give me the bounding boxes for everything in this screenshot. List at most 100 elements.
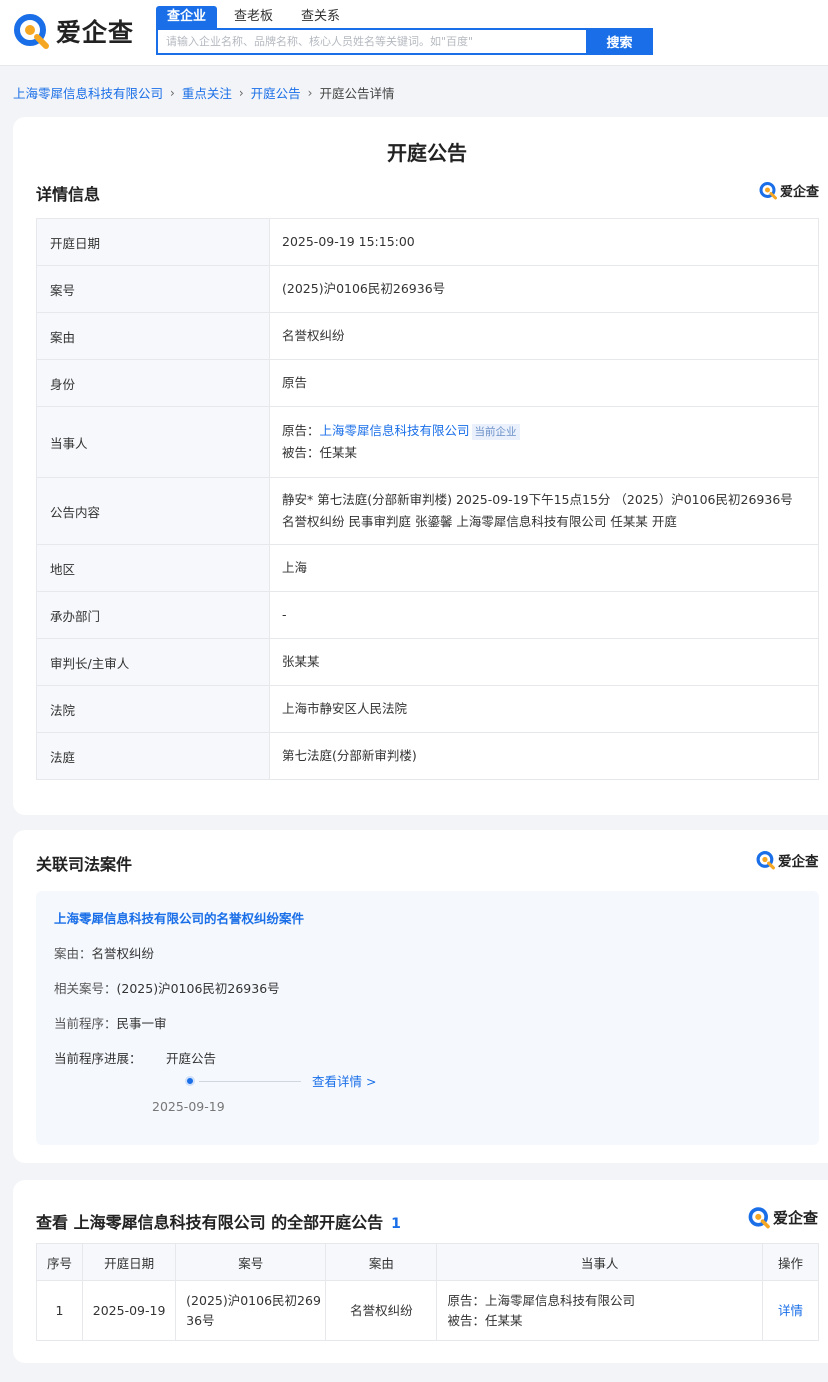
related-case-cause: 案由：名誉权纠纷 bbox=[54, 943, 154, 962]
aiqicha-logo-icon bbox=[748, 1207, 770, 1229]
breadcrumb-focus[interactable]: 重点关注 bbox=[182, 83, 232, 102]
site-logo[interactable]: 爱企查 bbox=[13, 11, 134, 51]
table-row: 公告内容 静安* 第七法庭(分部新审判楼) 2025-09-19下午15点15分… bbox=[36, 477, 819, 545]
case-no-value: (2025)沪0106民初26936号 bbox=[116, 981, 280, 996]
field-label: 法院 bbox=[36, 685, 270, 733]
aiqicha-logo-icon bbox=[13, 12, 51, 50]
progress-step: 开庭公告 bbox=[166, 1051, 217, 1066]
section-title-detail: 详情信息 bbox=[36, 185, 101, 204]
field-label: 承办部门 bbox=[36, 591, 270, 639]
brand-mark: 爱企查 bbox=[756, 850, 819, 870]
view-details-link[interactable]: 查看详情 > bbox=[312, 1071, 376, 1090]
plaintiff-company-link[interactable]: 上海零犀信息科技有限公司 bbox=[320, 423, 470, 438]
field-value: 第七法庭(分部新审判楼) bbox=[282, 748, 417, 763]
defendant-prefix: 被告： bbox=[282, 445, 320, 460]
related-case-procedure: 当前程序：民事一审 bbox=[54, 1013, 167, 1032]
breadcrumb-court-notice[interactable]: 开庭公告 bbox=[251, 83, 301, 102]
cell-action: 详情 bbox=[761, 1280, 820, 1341]
breadcrumb-current: 开庭公告详情 bbox=[319, 86, 395, 101]
table-row: 当事人 原告：上海零犀信息科技有限公司 当前企业 被告：任某某 bbox=[36, 406, 819, 478]
case-no-label: 相关案号： bbox=[54, 981, 117, 996]
col-header-date: 开庭日期 bbox=[82, 1243, 177, 1281]
breadcrumb: 上海零犀信息科技有限公司 › 重点关注 › 开庭公告 › 开庭公告详情 bbox=[13, 83, 395, 102]
cell-case-no: (2025)沪0106民初269 36号 bbox=[175, 1280, 327, 1341]
list-title: 查看 上海零犀信息科技有限公司 的全部开庭公告 1 bbox=[36, 1209, 401, 1233]
page-title: 开庭公告 bbox=[387, 141, 467, 165]
field-value: 静安* 第七法庭(分部新审判楼) 2025-09-19下午15点15分 （202… bbox=[282, 492, 793, 529]
chevron-right-icon: › bbox=[170, 85, 175, 100]
field-value: 原告：上海零犀信息科技有限公司 当前企业 被告：任某某 bbox=[270, 407, 819, 478]
list-title-text: 查看 上海零犀信息科技有限公司 的全部开庭公告 bbox=[36, 1213, 384, 1232]
table-row: 法院 上海市静安区人民法院 bbox=[36, 685, 819, 733]
search-button[interactable]: 搜索 bbox=[586, 28, 653, 55]
tab-company[interactable]: 查企业 bbox=[156, 6, 218, 28]
cell-index: 1 bbox=[35, 1280, 84, 1341]
procedure-label: 当前程序： bbox=[54, 1016, 117, 1031]
field-label: 公告内容 bbox=[36, 477, 270, 545]
defendant-name: 任某某 bbox=[319, 445, 358, 460]
cause-label: 案由： bbox=[54, 946, 92, 961]
detail-table: 开庭日期 2025-09-19 15:15:00 案号 (2025)沪0106民… bbox=[36, 218, 819, 780]
table-row: 承办部门 - bbox=[36, 591, 819, 639]
field-label: 地区 bbox=[36, 544, 270, 592]
progress-dot-icon bbox=[185, 1076, 195, 1086]
search-input[interactable] bbox=[158, 30, 586, 53]
tab-boss[interactable]: 查老板 bbox=[223, 6, 284, 28]
aiqicha-logo-icon bbox=[759, 182, 777, 200]
table-row: 案由 名誉权纠纷 bbox=[36, 312, 819, 360]
aiqicha-logo-icon bbox=[756, 851, 775, 870]
related-case-title-link[interactable]: 上海零犀信息科技有限公司的名誉权纠纷案件 bbox=[54, 908, 304, 927]
field-value: 上海 bbox=[282, 560, 308, 575]
field-value: - bbox=[282, 607, 287, 622]
col-header-parties: 当事人 bbox=[436, 1243, 763, 1281]
field-value: 原告 bbox=[282, 375, 308, 390]
defendant-line: 被告：任某某 bbox=[447, 1312, 523, 1328]
detail-card: 开庭公告 详情信息 爱企查 开庭日期 2025-09-19 15:15:00 案… bbox=[13, 117, 828, 815]
chevron-right-icon: › bbox=[307, 85, 313, 100]
cell-date: 2025-09-19 bbox=[82, 1280, 177, 1341]
field-value: 名誉权纠纷 bbox=[282, 328, 345, 343]
brand-text: 爱企查 bbox=[773, 1209, 819, 1227]
cell-cause: 名誉权纠纷 bbox=[325, 1280, 438, 1341]
col-header-action: 操作 bbox=[761, 1243, 820, 1281]
breadcrumb-company[interactable]: 上海零犀信息科技有限公司 bbox=[13, 83, 163, 102]
tab-relation[interactable]: 查关系 bbox=[290, 6, 351, 28]
field-label: 案号 bbox=[36, 265, 270, 313]
section-title-related: 关联司法案件 bbox=[36, 855, 133, 874]
table-row: 开庭日期 2025-09-19 15:15:00 bbox=[36, 218, 819, 266]
related-case-number: 相关案号：(2025)沪0106民初26936号 bbox=[54, 978, 280, 997]
details-link[interactable]: 详情 bbox=[778, 1303, 803, 1318]
field-value: 上海市静安区人民法院 bbox=[282, 701, 408, 716]
table-row: 身份 原告 bbox=[36, 359, 819, 407]
notices-table: 序号 开庭日期 案号 案由 当事人 操作 1 2025-09-19 (2025)… bbox=[35, 1243, 820, 1341]
logo-text: 爱企查 bbox=[56, 18, 135, 47]
related-case-card: 关联司法案件 爱企查 上海零犀信息科技有限公司的名誉权纠纷案件 案由：名誉权纠纷… bbox=[13, 830, 828, 1163]
plaintiff-line: 原告：上海零犀信息科技有限公司 当前企业 bbox=[282, 420, 806, 442]
table-row: 法庭 第七法庭(分部新审判楼) bbox=[36, 732, 819, 780]
table-header-row: 序号 开庭日期 案号 案由 当事人 操作 bbox=[35, 1243, 820, 1281]
brand-mark: 爱企查 bbox=[748, 1206, 818, 1229]
plaintiff-prefix: 原告： bbox=[282, 423, 320, 438]
col-header-cause: 案由 bbox=[325, 1243, 438, 1281]
progress-date: 2025-09-19 bbox=[152, 1099, 225, 1114]
field-label: 开庭日期 bbox=[36, 218, 270, 266]
field-label: 身份 bbox=[36, 359, 270, 407]
table-row: 地区 上海 bbox=[36, 544, 819, 592]
search-box bbox=[156, 28, 586, 55]
procedure-value: 民事一审 bbox=[116, 1016, 167, 1031]
related-case-item: 上海零犀信息科技有限公司的名誉权纠纷案件 案由：名誉权纠纷 相关案号：(2025… bbox=[36, 891, 819, 1145]
list-count: 1 bbox=[391, 1216, 401, 1232]
all-notices-card: 查看 上海零犀信息科技有限公司 的全部开庭公告 1 爱企查 序号 开庭日期 案号… bbox=[13, 1180, 828, 1363]
col-header-case-no: 案号 bbox=[175, 1243, 327, 1281]
progress-line bbox=[199, 1081, 301, 1082]
case-no-line-1: (2025)沪0106民初269 bbox=[186, 1292, 321, 1308]
plaintiff-line: 原告：上海零犀信息科技有限公司 bbox=[447, 1292, 635, 1308]
brand-mark: 爱企查 bbox=[759, 181, 819, 200]
field-label: 审判长/主审人 bbox=[36, 638, 270, 686]
field-label: 案由 bbox=[36, 312, 270, 360]
chevron-right-icon: › bbox=[238, 85, 244, 100]
col-header-index: 序号 bbox=[35, 1243, 84, 1281]
field-value: 2025-09-19 15:15:00 bbox=[282, 234, 415, 249]
brand-text: 爱企查 bbox=[780, 185, 820, 200]
field-label: 法庭 bbox=[36, 732, 270, 780]
